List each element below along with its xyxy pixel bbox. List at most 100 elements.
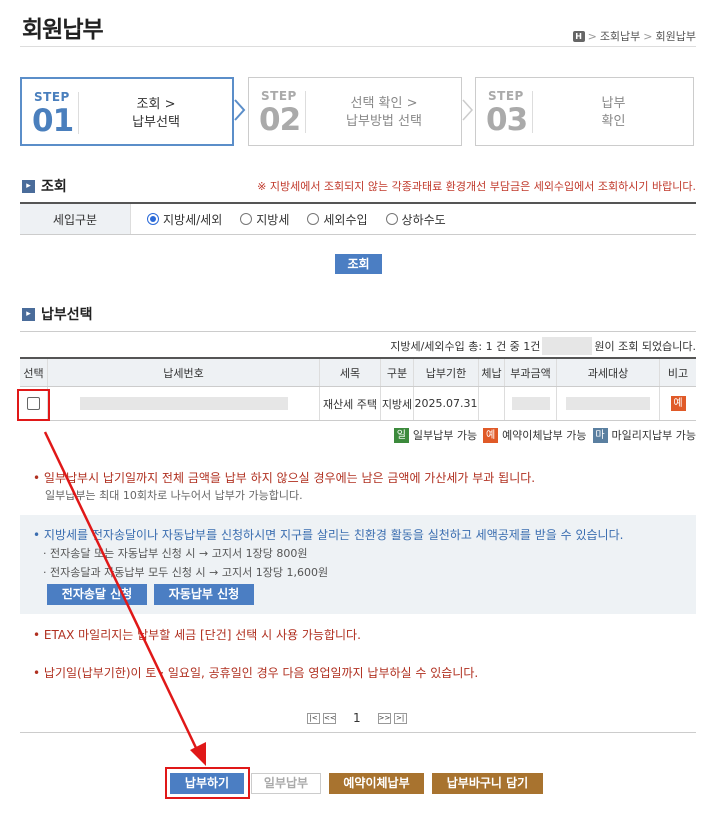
step-indicator: STEP 01 조회 > 납부선택 STEP 02 선택 확인 > 납부방법 선택 … [20,77,696,147]
column-header: 납부기한 [414,359,479,386]
due-date: 2025.07.31 [414,387,479,420]
pagination: |< << 1 >> >| [307,711,407,725]
table-row: 재산세 주택 지방세 2025.07.31 예 [20,387,696,421]
partial-payment-notice: • 일부납부시 납기일까지 전체 금액을 납부 하지 않으실 경우에는 남은 금… [33,471,536,502]
results-section-title: ▸ 납부선택 [22,304,93,324]
step-label: STEP [261,89,297,103]
partial-pay-button[interactable]: 일부납부 [251,773,321,794]
step-subtitle: 납부선택 [132,115,180,130]
reserve-transfer-button[interactable]: 예약이체납부 [329,773,424,794]
auto-pay-apply-button[interactable]: 자동납부 신청 [154,584,254,605]
breadcrumb-separator: > [587,29,597,43]
step-title: 조회 > [136,97,176,112]
prev-page-button[interactable]: << [323,712,336,724]
masked-tax-number [79,397,288,410]
results-section-label: 납부선택 [41,307,93,323]
last-page-button[interactable]: >| [393,712,407,724]
title-divider [20,46,696,47]
holiday-notice-text: 납기일(납부기한)이 토 · 일요일, 공휴일인 경우 다음 영업일까지 납부하… [43,666,479,680]
step-number: 01 [32,103,74,139]
reservation-badge: 예 [670,396,686,411]
mileage-notice: • ETAX 마일리지는 납부할 세금 [단건] 선택 시 사용 가능합니다. [33,628,361,642]
step-1: STEP 01 조회 > 납부선택 [20,77,234,146]
column-header: 세목 [320,359,381,386]
masked-assessed-amount [511,397,550,410]
add-to-cart-button[interactable]: 납부바구니 담기 [432,773,543,794]
search-section-label: 조회 [41,179,67,195]
search-section-title: ▸ 조회 [22,176,67,196]
revenue-type-label: 세입구분 [20,204,131,234]
annotation-highlight-pay-button [165,767,250,799]
column-header: 체납 [479,359,505,386]
eco-notice-sub: · 전자송달과 자동납부 모두 신청 시 → 고지서 1장당 1,600원 [43,566,329,579]
home-icon[interactable]: H [572,30,585,42]
partial-notice-text: 일부납부시 납기일까지 전체 금액을 납부 하지 않으실 경우에는 남은 금액에… [43,471,536,485]
radio-water-sewer[interactable]: 상하수도 [385,211,446,228]
next-page-button[interactable]: >> [377,712,391,724]
chevron-right-icon: ▸ [22,307,35,321]
step-arrow-icon [462,99,474,121]
eco-notice-text: 지방세를 전자송달이나 자동납부를 신청하시면 지구를 살리는 친환경 활동을 … [43,528,624,542]
legend-label: 일부납부 가능 [412,429,478,442]
holiday-notice: • 납기일(납부기한)이 토 · 일요일, 공휴일인 경우 다음 영업일까지 납… [33,666,479,680]
radio-local-tax-nontax[interactable]: 지방세/세외 [147,211,222,228]
step-2: STEP 02 선택 확인 > 납부방법 선택 [248,77,462,146]
chevron-right-icon: ▸ [22,179,35,193]
step-number: 02 [259,102,301,138]
masked-tax-object [566,397,650,410]
radio-local-tax[interactable]: 지방세 [240,211,289,228]
step-subtitle: 납부방법 선택 [346,114,422,129]
eco-notice-sub: · 전자송달 또는 자동납부 신청 시 → 고지서 1장당 800원 [43,547,308,560]
partial-notice-sub: 일부납부는 최대 10회차로 나누어서 납부가 가능합니다. [45,489,303,502]
breadcrumb-item-current: 회원납부 [655,30,696,43]
radio-icon[interactable] [385,213,398,225]
radio-nontax-revenue[interactable]: 세외수입 [307,211,368,228]
radio-icon[interactable] [307,213,320,225]
legend-label: 예약이체납부 가능 [502,429,587,442]
partial-pay-badge: 일 [393,427,409,443]
step-title: 납부 [601,96,626,111]
tax-table: 선택 납세번호 세목 구분 납부기한 체납 부과금액 과세대상 비고 재산세 주… [20,357,696,421]
mileage-badge: 마 [592,427,608,443]
step-number: 03 [486,102,528,138]
radio-label: 지방세/세외 [163,212,223,227]
column-header: 납세번호 [48,359,320,386]
tax-item: 재산세 주택 [320,387,381,420]
result-count-suffix: 원이 조회 되었습니다. [594,340,696,353]
breadcrumb-separator: > [643,29,653,43]
search-button[interactable]: 조회 [335,254,382,274]
column-header: 구분 [381,359,414,386]
search-notice: ※ 지방세에서 조회되지 않는 각종과태료 환경개선 부담금은 세외수입에서 조… [257,180,696,193]
step-arrow-icon [234,99,246,121]
column-header: 선택 [20,359,48,386]
step-title: 선택 확인 > [350,96,418,111]
mileage-notice-text: ETAX 마일리지는 납부할 세금 [단건] 선택 시 사용 가능합니다. [43,628,361,642]
radio-label: 지방세 [256,212,290,227]
result-count-prefix: 지방세/세외수입 총: 1 건 중 1건 [390,340,541,353]
radio-label: 상하수도 [401,212,446,227]
radio-selected-icon[interactable] [147,213,159,225]
page-title: 회원납부 [22,17,104,43]
first-page-button[interactable]: |< [307,712,320,724]
column-header: 과세대상 [557,359,660,386]
e-delivery-apply-button[interactable]: 전자송달 신청 [47,584,147,605]
masked-amount [542,337,593,355]
delinquent-amount [479,387,505,420]
legend: 일 일부납부 가능 예 예약이체납부 가능 마 마일리지납부 가능 [393,427,696,443]
annotation-highlight-checkbox [17,389,50,421]
step-label: STEP [488,89,524,103]
eco-notice-box: • 지방세를 전자송달이나 자동납부를 신청하시면 지구를 살리는 친환경 활동… [20,515,696,614]
step-3: STEP 03 납부확인 [475,77,694,146]
radio-icon[interactable] [240,213,253,225]
column-header: 부과금액 [505,359,557,386]
legend-label: 마일리지납부 가능 [611,429,696,442]
tax-category: 지방세 [381,387,414,420]
radio-label: 세외수입 [323,212,368,227]
column-header: 비고 [667,366,689,380]
reservation-badge: 예 [483,427,499,443]
step-subtitle: 확인 [601,114,626,129]
breadcrumb-item-lookup[interactable]: 조회납부 [600,28,640,44]
current-page[interactable]: 1 [353,711,361,725]
search-form: 세입구분 지방세/세외 지방세 세외수입 상하수도 [20,202,696,235]
step-label: STEP [34,90,70,104]
